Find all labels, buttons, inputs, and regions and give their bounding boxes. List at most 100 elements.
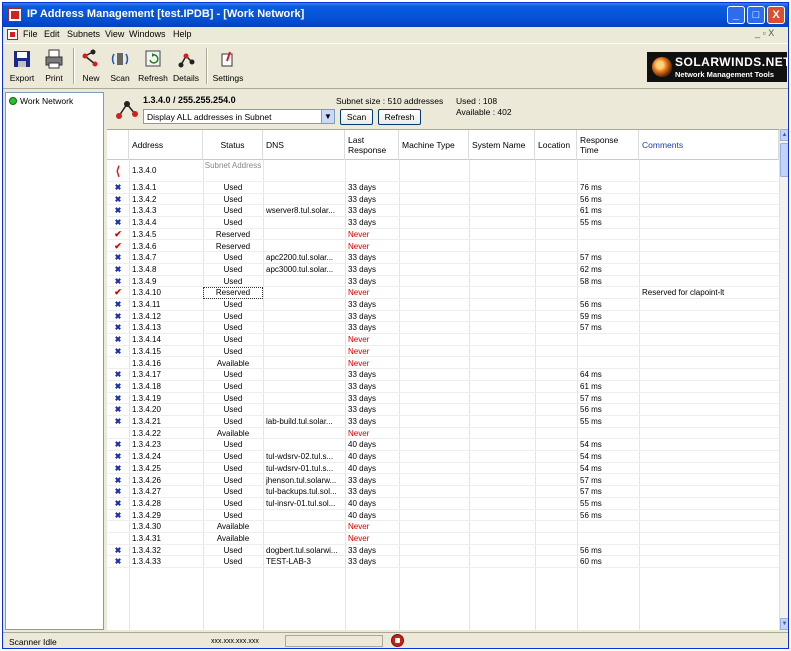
table-row[interactable]: 1.3.4.30 Available Never — [107, 521, 779, 533]
cell-address: 1.3.4.21 — [132, 417, 161, 426]
table-row[interactable]: ✖ 1.3.4.2 Used 33 days 56 ms — [107, 194, 779, 206]
cell-comments — [639, 369, 779, 381]
table-row[interactable]: ✖ 1.3.4.9 Used 33 days 58 ms — [107, 276, 779, 288]
close-button[interactable]: X — [767, 6, 785, 24]
column-header-response-time[interactable]: Response Time — [577, 130, 639, 160]
scroll-up-icon[interactable]: ▲ — [780, 129, 788, 141]
display-filter-select[interactable]: Display ALL addresses in Subnet ▼ — [143, 109, 335, 124]
settings-icon — [221, 51, 233, 67]
cell-last-response: 33 days — [348, 545, 377, 555]
document-icon[interactable] — [7, 29, 18, 40]
table-row[interactable]: ✖ 1.3.4.1 Used 33 days 76 ms — [107, 182, 779, 194]
used-x-icon: ✖ — [114, 323, 122, 333]
cell-machine-type — [399, 264, 469, 276]
cell-dns — [263, 229, 345, 241]
column-header-dns[interactable]: DNS — [263, 130, 345, 160]
column-header-status[interactable]: Status — [203, 130, 263, 160]
menu-view[interactable]: View — [105, 29, 124, 39]
table-row[interactable]: ✖ 1.3.4.33 Used TEST-LAB-3 33 days 60 ms — [107, 556, 779, 569]
vertical-scrollbar[interactable]: ▲ ▼ — [779, 129, 788, 630]
table-row[interactable]: ✖ 1.3.4.20 Used 33 days 56 ms — [107, 404, 779, 416]
refresh-subnet-button[interactable]: Refresh — [378, 109, 421, 125]
cell-last-response: 33 days — [348, 218, 377, 228]
column-header-last-response[interactable]: Last Response — [345, 130, 399, 160]
table-row[interactable]: ✖ 1.3.4.11 Used 33 days 56 ms — [107, 299, 779, 311]
table-row[interactable]: 1.3.4.22 Available Never — [107, 428, 779, 440]
app-icon[interactable] — [8, 8, 22, 22]
menu-edit[interactable]: Edit — [44, 29, 60, 39]
cell-machine-type — [399, 404, 469, 416]
column-header-address[interactable]: Address — [129, 130, 203, 160]
cell-last-response: Never — [348, 229, 370, 239]
cell-address: 1.3.4.26 — [132, 475, 161, 485]
table-row[interactable]: ✖ 1.3.4.25 Used tul-wdsrv-01.tul.s... 40 day… — [107, 463, 779, 475]
cell-response-time — [577, 287, 639, 299]
menu-subnets[interactable]: Subnets — [67, 29, 100, 39]
table-row[interactable]: ✖ 1.3.4.19 Used 33 days 57 ms — [107, 393, 779, 405]
stop-scan-icon[interactable] — [391, 634, 404, 647]
table-row[interactable]: ✖ 1.3.4.13 Used 33 days 57 ms — [107, 322, 779, 335]
column-header-location[interactable]: Location — [535, 130, 577, 160]
used-x-icon: ✖ — [114, 463, 122, 473]
maximize-button[interactable]: □ — [747, 6, 765, 24]
cell-system-name — [469, 358, 535, 370]
table-row[interactable]: ✔ 1.3.4.6 Reserved Never — [107, 241, 779, 253]
scan-button[interactable]: Scan — [107, 48, 133, 83]
table-row[interactable]: ✖ 1.3.4.7 Used apc2200.tul.solar... 33 days 5… — [107, 252, 779, 264]
table-row[interactable]: ✖ 1.3.4.12 Used 33 days 59 ms — [107, 311, 779, 323]
table-row[interactable]: ✖ 1.3.4.28 Used tul-insrv-01.tul.sol... 40 d… — [107, 498, 779, 510]
chevron-down-icon[interactable]: ▼ — [321, 110, 334, 123]
cell-location — [535, 451, 577, 463]
column-header-machine-type[interactable]: Machine Type — [399, 130, 469, 160]
scroll-thumb[interactable] — [780, 143, 788, 177]
refresh-button[interactable]: Refresh — [137, 48, 169, 83]
table-row[interactable]: ✖ 1.3.4.26 Used jhenson.tul.solarw... 33 day… — [107, 475, 779, 487]
table-row[interactable]: ✖ 1.3.4.21 Used lab-build.tul.solar... 33 da… — [107, 416, 779, 428]
new-button[interactable]: New — [79, 48, 103, 83]
cell-dns: tul-wdsrv-01.tul.s... — [266, 463, 334, 473]
settings-button[interactable]: Settings — [211, 48, 245, 83]
table-row[interactable]: ✖ 1.3.4.15 Used Never — [107, 346, 779, 358]
scan-subnet-button[interactable]: Scan — [340, 109, 373, 125]
mdi-controls[interactable]: _ ▫ X — [755, 28, 774, 38]
cell-location — [535, 428, 577, 440]
cell-comments — [639, 334, 779, 346]
table-row[interactable]: 1.3.4.16 Available Never — [107, 358, 779, 370]
table-row[interactable]: ✖ 1.3.4.3 Used wserver8.tul.solar... 33 days… — [107, 205, 779, 218]
details-button[interactable]: Details — [171, 48, 201, 83]
title-bar[interactable]: IP Address Management [test.IPDB] - [Wor… — [3, 3, 788, 27]
table-row[interactable]: ✔ 1.3.4.5 Reserved Never — [107, 229, 779, 241]
cell-dns — [263, 404, 345, 416]
table-row[interactable]: ✖ 1.3.4.14 Used Never — [107, 334, 779, 346]
print-button[interactable]: Print — [41, 48, 67, 83]
table-row[interactable]: ✖ 1.3.4.24 Used tul-wdsrv-02.tul.s... 40 day… — [107, 451, 779, 463]
cell-status: Used — [223, 510, 243, 520]
cell-comments — [639, 346, 779, 358]
export-button[interactable]: Export — [9, 48, 35, 83]
column-header-comments[interactable]: Comments — [639, 130, 779, 160]
subnet-address-icon: ⟨ — [115, 164, 121, 178]
table-row[interactable]: ✖ 1.3.4.23 Used 40 days 54 ms — [107, 439, 779, 452]
table-row[interactable]: ✖ 1.3.4.17 Used 33 days 64 ms — [107, 369, 779, 381]
used-x-icon: ✖ — [114, 510, 122, 520]
table-row[interactable]: ✖ 1.3.4.8 Used apc3000.tul.solar... 33 days 6… — [107, 264, 779, 276]
menu-windows[interactable]: Windows — [129, 29, 166, 39]
used-x-icon: ✖ — [114, 346, 122, 356]
table-row[interactable]: ✖ 1.3.4.27 Used tul-backups.tul.sol... 33 da… — [107, 486, 779, 498]
menu-file[interactable]: File — [23, 29, 38, 39]
column-header-system-name[interactable]: System Name — [469, 130, 535, 160]
scroll-down-icon[interactable]: ▼ — [780, 618, 788, 630]
column-header-icon[interactable] — [107, 130, 129, 160]
menu-help[interactable]: Help — [173, 29, 192, 39]
minimize-button[interactable]: _ — [727, 6, 745, 24]
table-row[interactable]: ✖ 1.3.4.32 Used dogbert.tul.solarwi... 33 da… — [107, 545, 779, 557]
table-row[interactable]: ✖ 1.3.4.18 Used 33 days 61 ms — [107, 381, 779, 393]
table-row[interactable]: ✖ 1.3.4.29 Used 40 days 56 ms — [107, 510, 779, 522]
table-row[interactable]: ⟨ 1.3.4.0 Subnet Address — [107, 160, 779, 182]
table-row[interactable]: ✔ 1.3.4.10 Reserved Never Reserved for clapo… — [107, 287, 779, 299]
table-row[interactable]: 1.3.4.31 Available Never — [107, 533, 779, 545]
cell-dns: tul-wdsrv-02.tul.s... — [266, 452, 334, 462]
cell-last-response: 33 days — [348, 381, 377, 391]
tree-item-work-network[interactable]: Work Network — [9, 96, 73, 106]
table-row[interactable]: ✖ 1.3.4.4 Used 33 days 55 ms — [107, 217, 779, 229]
